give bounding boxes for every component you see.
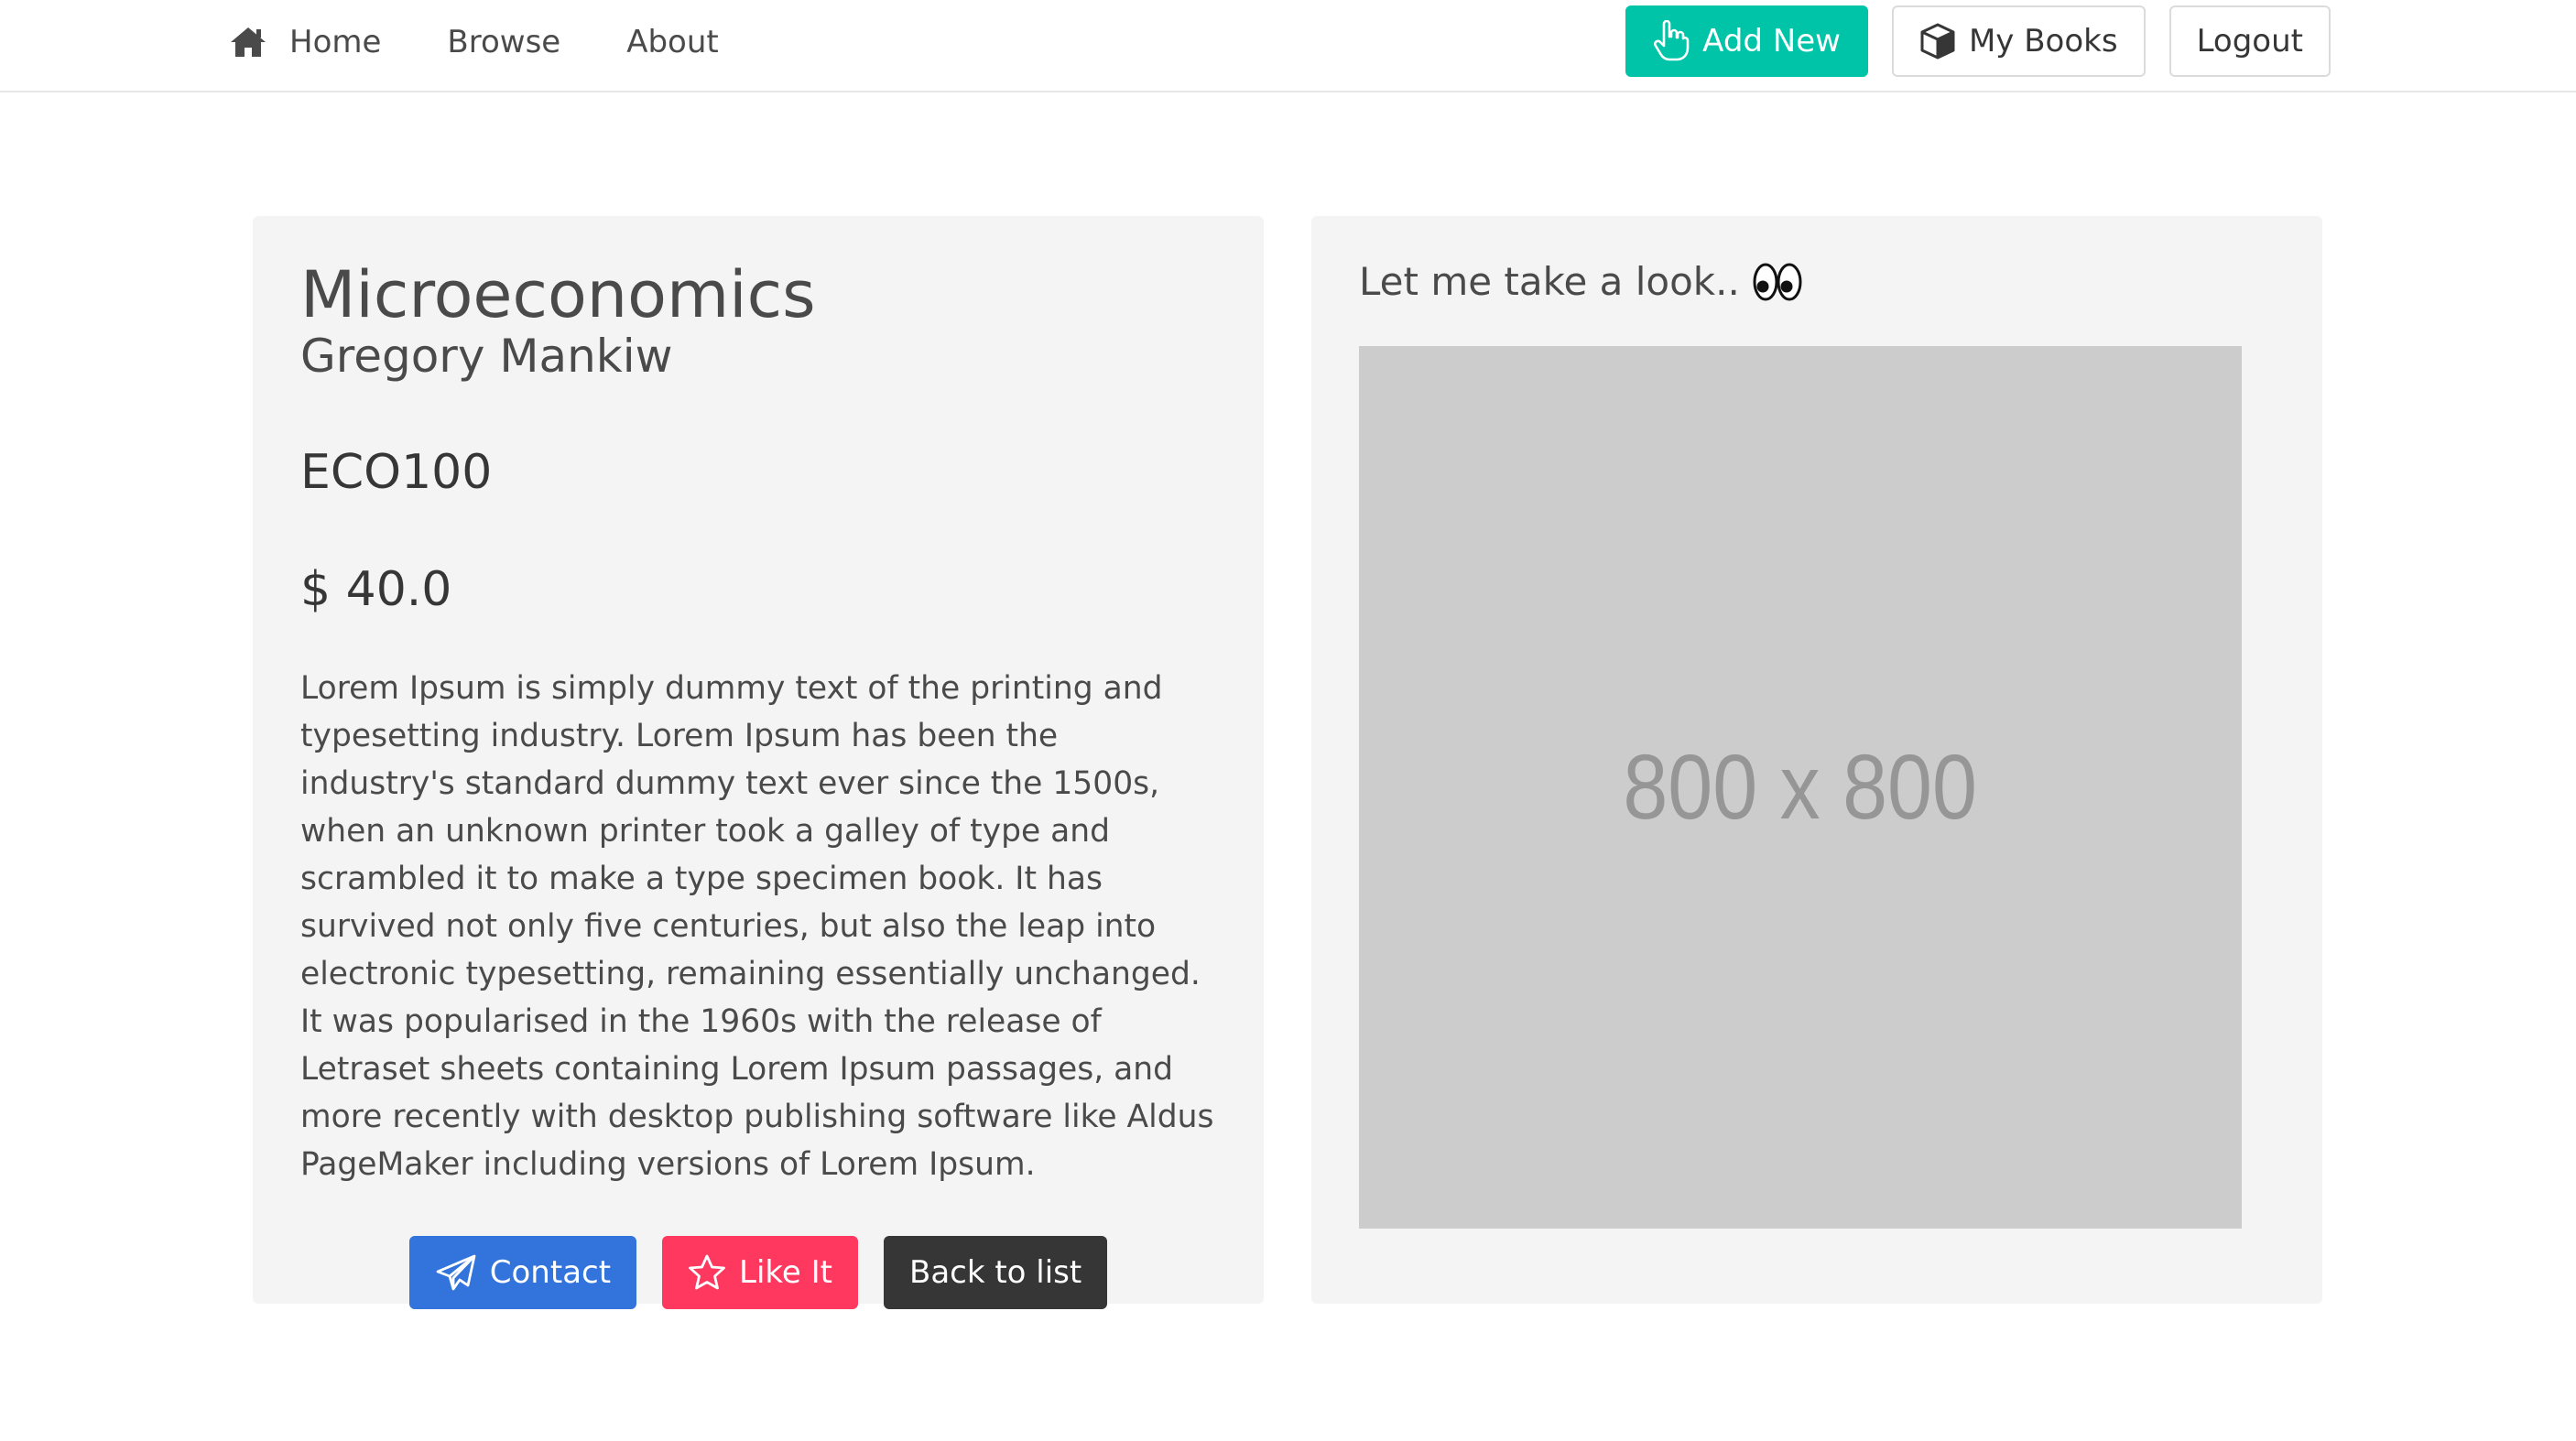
- my-books-label: My Books: [1968, 23, 2118, 60]
- book-description: Lorem Ipsum is simply dummy text of the …: [300, 670, 1214, 1183]
- contact-label: Contact: [489, 1254, 612, 1291]
- book-author: Gregory Mankiw: [300, 330, 673, 383]
- add-new-label: Add New: [1702, 23, 1841, 60]
- like-button[interactable]: Like It: [662, 1236, 858, 1309]
- add-new-button[interactable]: Add New: [1625, 5, 1868, 77]
- nav-right-group: Add New My Books Logout: [1602, 5, 2331, 77]
- top-navbar: Home Browse About Add New My Books Logou…: [0, 0, 2576, 92]
- paper-plane-icon: [436, 1254, 476, 1291]
- eyes-icon: [1753, 263, 1802, 301]
- nav-browse-link[interactable]: Browse: [447, 24, 560, 60]
- nav-browse-label: Browse: [447, 24, 561, 60]
- preview-heading-text: Let me take a look..: [1359, 259, 1740, 304]
- logout-button[interactable]: Logout: [2168, 5, 2331, 77]
- home-icon: [231, 27, 266, 57]
- back-to-list-button[interactable]: Back to list: [884, 1236, 1108, 1309]
- book-title: Microeconomics: [300, 257, 816, 332]
- contact-button[interactable]: Contact: [408, 1236, 637, 1309]
- book-details-card: Microeconomics Gregory Mankiw ECO100 $ 4…: [253, 216, 1264, 1309]
- cube-icon: [1920, 23, 1955, 60]
- nav-about-label: About: [626, 24, 719, 60]
- hand-pointer-icon: [1654, 20, 1690, 61]
- book-image-placeholder: 800 x 800: [1359, 346, 2242, 1229]
- nav-about-link[interactable]: About: [626, 24, 719, 60]
- my-books-button[interactable]: My Books: [1891, 5, 2146, 77]
- nav-left-group: Home Browse About: [229, 0, 785, 84]
- star-icon: [689, 1254, 725, 1290]
- book-actions: Contact Like It Back to list: [300, 1236, 1216, 1309]
- preview-heading: Let me take a look..: [1359, 256, 2275, 308]
- image-placeholder-text: 800 x 800: [1623, 735, 1978, 839]
- nav-home-label: Home: [289, 24, 382, 60]
- book-preview-card: Let me take a look.. 800 x 800: [1311, 216, 2322, 1304]
- like-label: Like It: [739, 1254, 832, 1291]
- nav-home-link[interactable]: Home: [229, 24, 381, 60]
- book-course-code: ECO100: [300, 445, 493, 500]
- back-to-list-label: Back to list: [909, 1254, 1082, 1291]
- book-price: $ 40.0: [300, 562, 452, 617]
- logout-label: Logout: [2196, 23, 2303, 60]
